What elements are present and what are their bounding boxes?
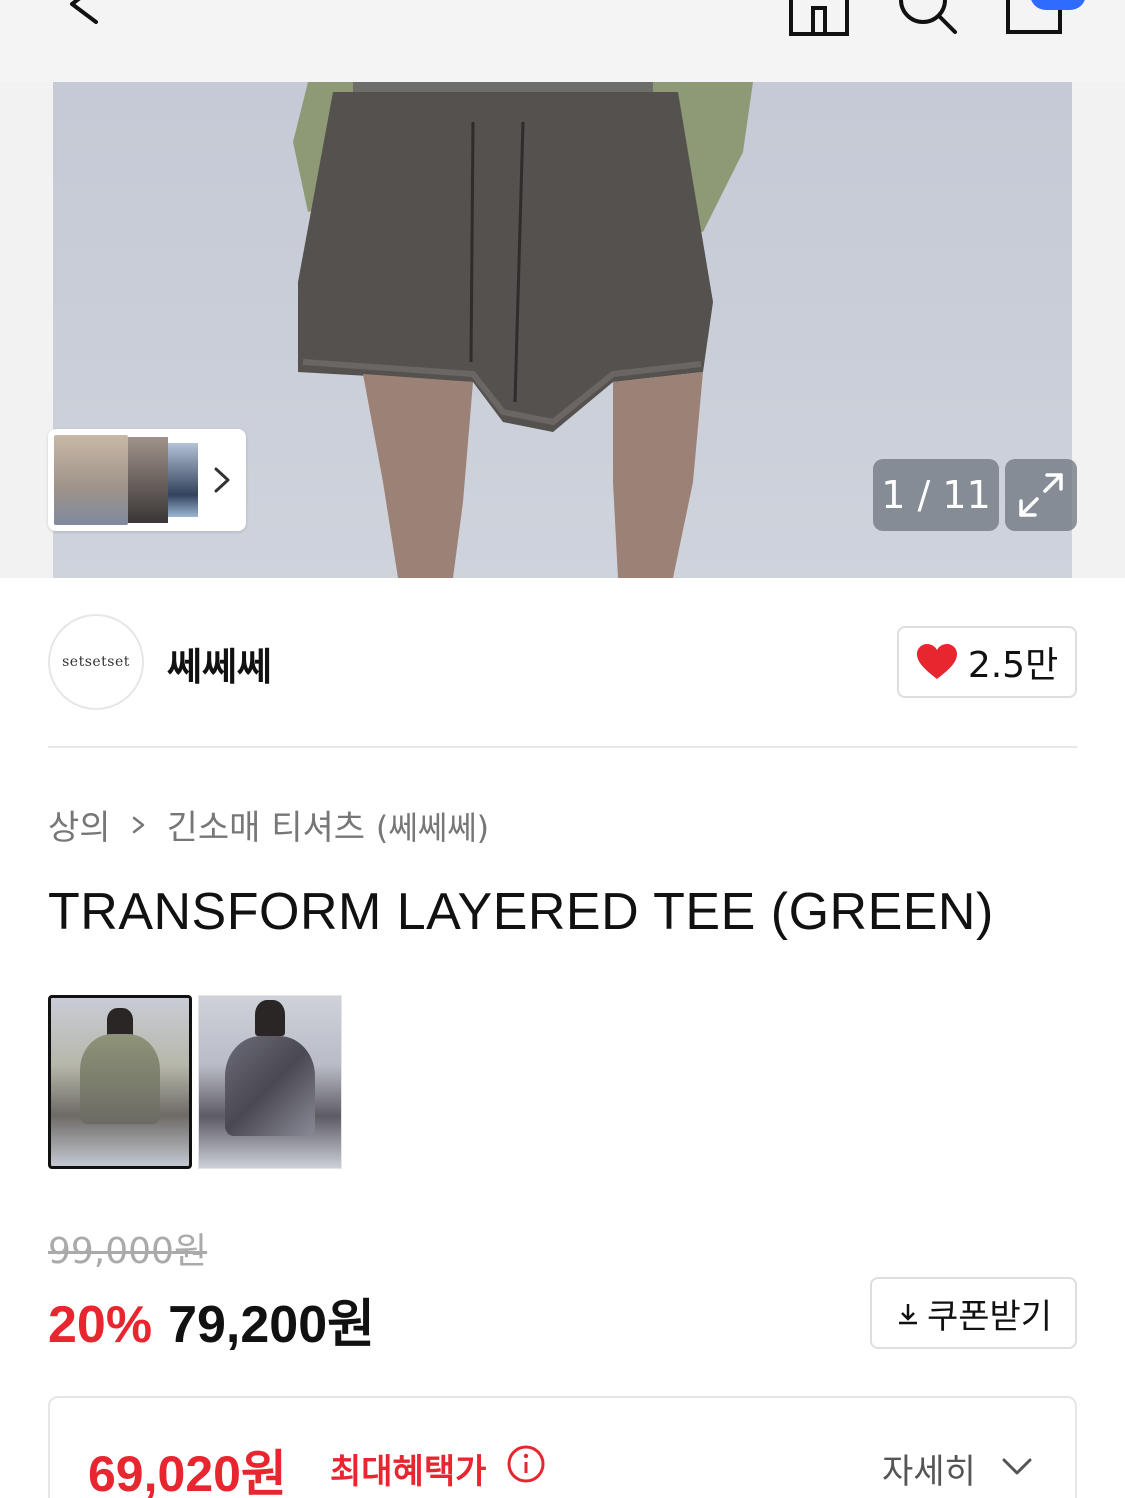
gallery-thumbnail[interactable] [168,443,198,517]
max-benefit-box[interactable]: 69,020원 최대혜택가 자세히 [48,1396,1077,1498]
brand-logo-text: setsetset [62,654,130,670]
chevron-right-icon [132,816,144,833]
gallery-thumbnail[interactable] [128,437,168,523]
max-benefit-price: 69,020원 [88,1446,287,1498]
max-benefit-label: 최대혜택가 [330,1452,487,1492]
gallery-thumbnail[interactable] [54,435,128,525]
product-title: TRANSFORM LAYERED TEE (GREEN) [48,883,994,941]
gallery-margin-left [0,82,53,578]
expand-icon [1019,473,1063,517]
details-toggle[interactable]: 자세히 [882,1444,976,1493]
coupon-label: 쿠폰받기 [926,1296,1053,1337]
coupon-button[interactable]: 쿠폰받기 [870,1277,1077,1349]
option-photo-body [225,1036,315,1136]
search-icon[interactable] [893,0,959,36]
info-icon[interactable] [506,1444,546,1484]
like-count: 2.5만 [967,645,1059,686]
gallery-thumbnail-strip[interactable] [48,429,246,531]
breadcrumb-subcategory[interactable]: 긴소매 티셔츠 (쎄쎄쎄) [167,800,490,849]
cart-badge [1030,0,1086,10]
gallery-counter: 1 / 11 [873,459,999,531]
expand-button[interactable] [1005,459,1077,531]
brand-name[interactable]: 쎄쎄쎄 [167,636,272,691]
breadcrumb-category[interactable]: 상의 [48,800,111,849]
like-button[interactable]: 2.5만 [897,626,1077,698]
original-price: 99,000원 [48,1231,208,1272]
chevron-down-icon[interactable] [1000,1456,1034,1478]
color-option-green[interactable] [48,995,192,1169]
divider [48,746,1077,748]
breadcrumb: 상의 긴소매 티셔츠 (쎄쎄쎄) [48,800,489,849]
option-photo [255,1000,285,1036]
home-icon[interactable] [787,0,851,38]
gallery-margin-right [1072,82,1125,578]
color-option-check[interactable] [198,995,342,1169]
brand-logo[interactable]: setsetset [48,614,144,710]
chevron-left-icon[interactable] [62,0,106,32]
option-photo-body [80,1034,160,1124]
sale-price-row: 20% 79,200원 [48,1282,375,1357]
sale-price: 79,200원 [168,1296,375,1354]
chevron-right-icon[interactable] [208,465,234,495]
heart-icon [916,644,957,679]
download-icon [898,1304,917,1325]
top-navigation-bar [0,0,1125,82]
discount-rate: 20% [48,1296,153,1354]
